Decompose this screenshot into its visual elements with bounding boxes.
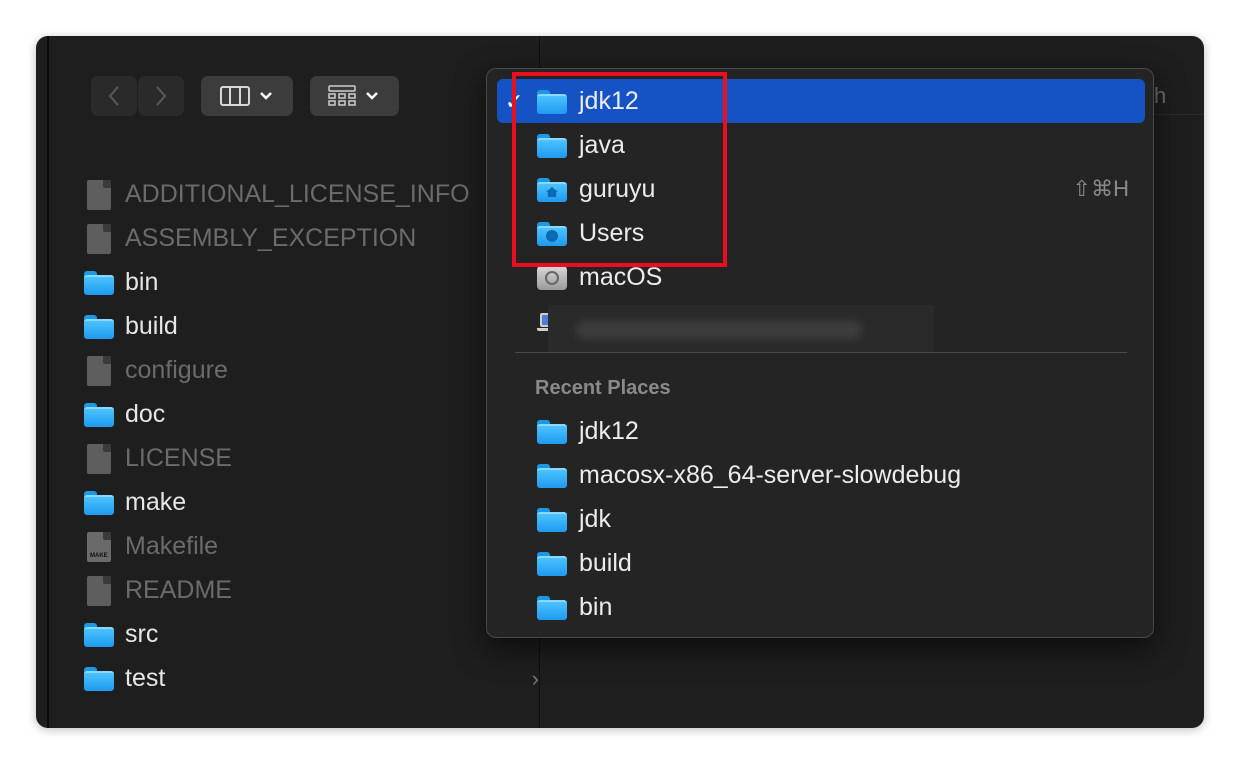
list-item[interactable]: README [84, 568, 524, 612]
file-name: README [125, 575, 232, 604]
document-icon [84, 223, 114, 254]
folder-icon [537, 460, 567, 490]
menu-item-label: bin [579, 593, 613, 621]
file-name: ASSEMBLY_EXCEPTION [125, 223, 417, 252]
list-item[interactable]: test › [84, 656, 539, 700]
folder-icon [84, 487, 114, 517]
folder-icon [84, 311, 114, 341]
file-name: make [125, 487, 187, 516]
folder-icon [84, 663, 114, 693]
folder-icon [84, 399, 114, 429]
file-name: build [125, 311, 178, 340]
document-icon [84, 575, 114, 606]
redacted-computer-name [548, 305, 934, 353]
list-item[interactable]: configure [84, 348, 524, 392]
group-grid-icon [327, 85, 378, 106]
recent-item-jdk12[interactable]: jdk12 [497, 409, 1145, 453]
folder-icon [537, 416, 567, 446]
annotation-highlight-box [512, 72, 727, 267]
document-icon [84, 179, 114, 210]
folder-icon [537, 592, 567, 622]
makefile-icon: MAKE [84, 531, 114, 562]
window-edge [47, 36, 49, 728]
keyboard-shortcut: ⇧⌘H [1072, 176, 1129, 201]
folder-icon [84, 619, 114, 649]
list-item[interactable]: build [84, 304, 524, 348]
file-name: Makefile [125, 531, 219, 560]
file-name: doc [125, 399, 166, 428]
recent-places-header: Recent Places [535, 377, 671, 399]
menu-item-label: jdk12 [579, 417, 639, 445]
document-icon [84, 355, 114, 386]
recent-item-jdk[interactable]: jdk [497, 497, 1145, 541]
file-name: ADDITIONAL_LICENSE_INFO [125, 179, 470, 208]
list-item[interactable]: bin [84, 260, 524, 304]
chevron-right-icon: › [531, 666, 539, 691]
view-mode-button[interactable] [201, 76, 293, 116]
menu-separator [515, 352, 1127, 353]
recent-item-bin[interactable]: bin [497, 585, 1145, 629]
recent-item-macosx[interactable]: macosx-x86_64-server-slowdebug [497, 453, 1145, 497]
menu-item-label: macosx-x86_64-server-slowdebug [579, 461, 962, 489]
folder-icon [537, 504, 567, 534]
recent-item-build[interactable]: build [497, 541, 1145, 585]
document-icon [84, 443, 114, 474]
list-item[interactable]: ASSEMBLY_EXCEPTION [84, 216, 524, 260]
menu-item-label: build [579, 549, 632, 577]
list-item[interactable]: ADDITIONAL_LICENSE_INFO [84, 172, 524, 216]
list-item[interactable]: src [84, 612, 524, 656]
back-button[interactable] [91, 76, 137, 116]
folder-icon [537, 548, 567, 578]
chevron-right-icon [156, 86, 167, 106]
file-name: src [125, 619, 159, 648]
file-name: LICENSE [125, 443, 232, 472]
list-item[interactable]: doc [84, 392, 524, 436]
forward-button[interactable] [138, 76, 184, 116]
file-name: test [125, 663, 166, 692]
file-name: bin [125, 267, 159, 296]
search-text: h [1154, 83, 1167, 108]
list-item[interactable]: make [84, 480, 524, 524]
menu-item-label: jdk [579, 505, 611, 533]
file-name: configure [125, 355, 228, 384]
folder-icon [84, 267, 114, 297]
chevron-left-icon [108, 86, 119, 106]
list-item[interactable]: LICENSE [84, 436, 524, 480]
list-item[interactable]: MAKE Makefile [84, 524, 524, 568]
column-view-icon [220, 86, 272, 106]
menu-item-label: macOS [579, 263, 663, 291]
group-button[interactable] [310, 76, 399, 116]
